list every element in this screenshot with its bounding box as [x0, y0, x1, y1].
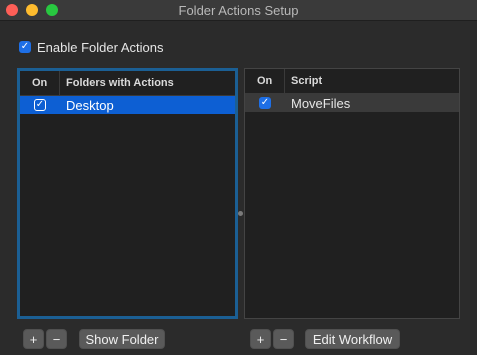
scripts-table-header: On Script	[245, 69, 459, 94]
scripts-col-name-header[interactable]: Script	[285, 75, 322, 87]
add-folder-button[interactable]: +	[23, 329, 44, 349]
folders-col-on-header[interactable]: On	[20, 71, 60, 95]
enable-folder-actions-label: Enable Folder Actions	[37, 39, 164, 55]
remove-script-button[interactable]: −	[273, 329, 294, 349]
split-view-divider-handle[interactable]	[238, 211, 243, 216]
script-enabled-checkbox[interactable]: ✓	[259, 97, 271, 109]
show-folder-button[interactable]: Show Folder	[79, 329, 165, 349]
folders-col-name-header[interactable]: Folders with Actions	[60, 77, 174, 89]
enable-folder-actions-checkbox[interactable]: ✓	[19, 41, 31, 53]
edit-workflow-button[interactable]: Edit Workflow	[305, 329, 400, 349]
script-name: MoveFiles	[291, 95, 351, 111]
enable-folder-actions-row[interactable]: ✓ Enable Folder Actions	[19, 39, 163, 55]
folder-name: Desktop	[66, 97, 114, 113]
title-bar: Folder Actions Setup	[0, 0, 477, 21]
window-title: Folder Actions Setup	[178, 3, 299, 18]
folders-table: On Folders with Actions ✓ Desktop	[17, 68, 238, 319]
table-row[interactable]: ✓ Desktop	[20, 96, 235, 114]
folder-enabled-checkbox[interactable]: ✓	[34, 99, 46, 111]
scripts-table: On Script ✓ MoveFiles	[244, 68, 460, 319]
scripts-col-on-header[interactable]: On	[245, 69, 285, 93]
remove-folder-button[interactable]: −	[46, 329, 67, 349]
add-script-button[interactable]: +	[250, 329, 271, 349]
table-row[interactable]: ✓ MoveFiles	[245, 94, 459, 112]
folders-table-header: On Folders with Actions	[20, 71, 235, 96]
